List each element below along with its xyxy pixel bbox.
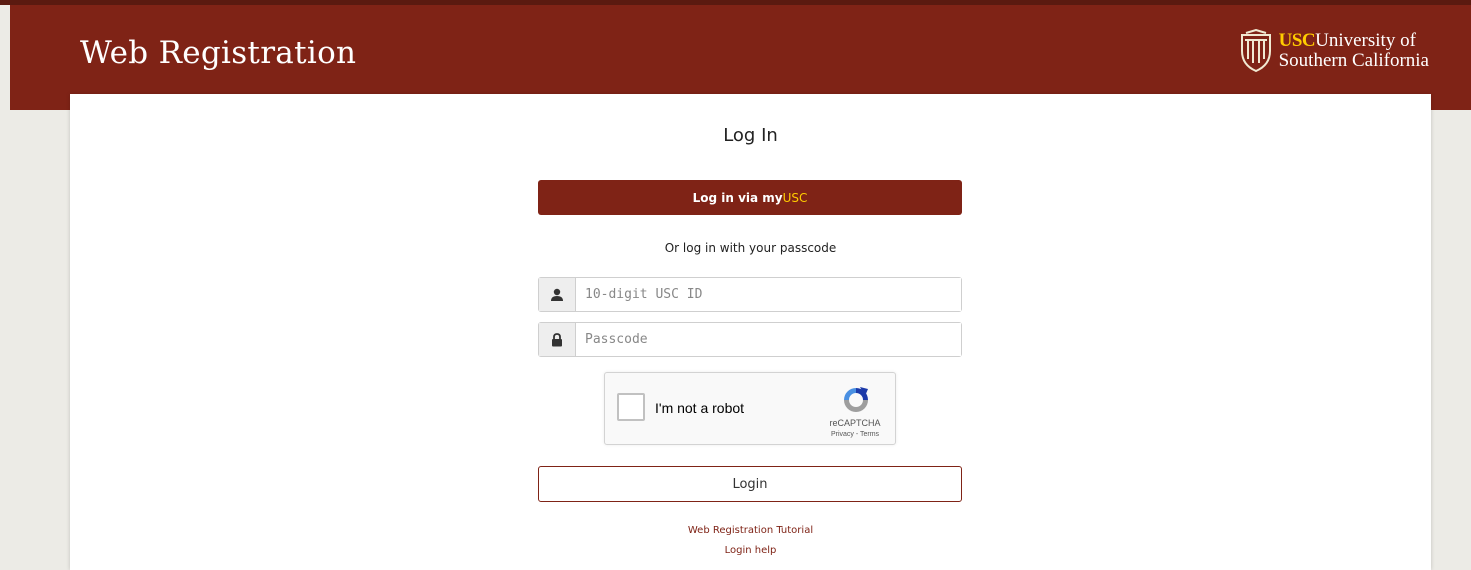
login-heading: Log In [723, 125, 778, 146]
page-title: Web Registration [80, 35, 357, 71]
lock-icon [552, 332, 562, 346]
usc-wordmark: USCUniversity of Southern California [1279, 31, 1429, 71]
recaptcha-brand: reCAPTCHA [829, 418, 881, 428]
usc-wordmark-line1: USCUniversity of [1279, 31, 1429, 51]
login-help-link[interactable]: Login help [70, 545, 1431, 556]
recaptcha-widget: I'm not a robot reCAPTCHA Privacy - Term… [604, 372, 896, 445]
passcode-input[interactable] [576, 323, 961, 356]
usc-abbr: USC [1278, 30, 1316, 51]
usc-id-input[interactable] [576, 278, 961, 311]
myusc-button-my: my [762, 190, 783, 205]
usc-logo[interactable]: USCUniversity of Southern California [1239, 25, 1429, 77]
usc-wordmark-line2: Southern California [1278, 50, 1429, 71]
myusc-button-prefix: Log in via [692, 190, 763, 205]
recaptcha-label: I'm not a robot [655, 400, 745, 416]
usc-seal-icon [1240, 29, 1271, 73]
lock-icon-addon [539, 323, 576, 356]
user-icon [551, 288, 563, 301]
login-card: Log In Log in via my USC Or log in with y… [70, 94, 1431, 570]
recaptcha-checkbox[interactable] [617, 393, 645, 421]
login-button[interactable]: Login [538, 466, 962, 502]
usc-id-input-group [538, 277, 962, 312]
user-icon-addon [539, 278, 576, 311]
login-via-myusc-button[interactable]: Log in via my USC [538, 180, 962, 215]
myusc-button-usc: USC [782, 190, 808, 205]
or-passcode-text: Or log in with your passcode [664, 241, 837, 255]
passcode-input-group [538, 322, 962, 357]
web-registration-tutorial-link[interactable]: Web Registration Tutorial [70, 525, 1431, 536]
usc-wordmark-university: University of [1315, 30, 1416, 51]
recaptcha-logo-icon [844, 387, 868, 412]
recaptcha-privacy-terms-link[interactable]: Privacy - Terms [823, 431, 887, 438]
